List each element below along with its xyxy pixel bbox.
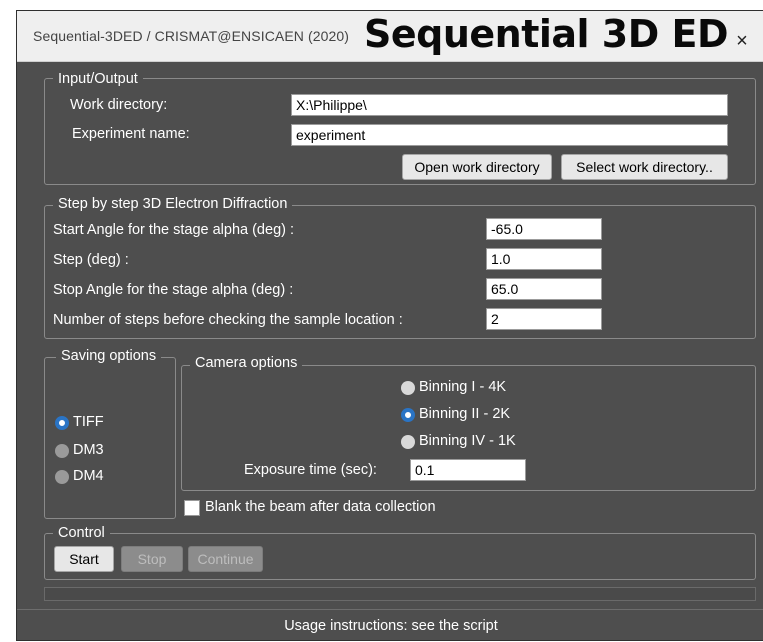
electron-diffraction-legend: Step by step 3D Electron Diffraction xyxy=(53,196,293,212)
app-window: Sequential-3DED / CRISMAT@ENSICAEN (2020… xyxy=(16,10,763,641)
stop-button[interactable]: Stop xyxy=(121,546,183,572)
open-work-directory-button[interactable]: Open work directory xyxy=(402,154,552,180)
app-banner-title: Sequential 3D ED xyxy=(364,12,729,56)
saving-options-legend: Saving options xyxy=(56,348,162,364)
check-steps-field[interactable]: 2 xyxy=(486,308,602,330)
progress-bar xyxy=(44,587,756,601)
radio-binning-1k-label: Binning IV - 1K xyxy=(419,433,516,449)
radio-button-icon xyxy=(401,408,415,422)
step-field[interactable]: 1.0 xyxy=(486,248,602,270)
work-directory-field[interactable]: X:\Philippe\ xyxy=(291,94,728,116)
experiment-name-field[interactable]: experiment xyxy=(291,124,728,146)
select-work-directory-button[interactable]: Select work directory.. xyxy=(561,154,728,180)
radio-button-icon xyxy=(401,381,415,395)
step-label: Step (deg) : xyxy=(53,252,129,268)
radio-button-icon xyxy=(401,435,415,449)
radio-button-icon xyxy=(55,444,69,458)
radio-dm3-label: DM3 xyxy=(73,442,104,458)
blank-beam-checkbox[interactable] xyxy=(184,500,200,516)
usage-instructions-text: Usage instructions: see the script xyxy=(284,618,498,634)
continue-button[interactable]: Continue xyxy=(188,546,263,572)
start-angle-field[interactable]: -65.0 xyxy=(486,218,602,240)
camera-options-legend: Camera options xyxy=(190,355,303,371)
radio-button-icon xyxy=(55,416,69,430)
exposure-time-label: Exposure time (sec): xyxy=(244,462,377,478)
start-button[interactable]: Start xyxy=(54,546,114,572)
status-bar: Usage instructions: see the script xyxy=(17,609,763,642)
saving-options-group xyxy=(44,357,176,519)
check-steps-label: Number of steps before checking the samp… xyxy=(53,312,403,328)
exposure-time-field[interactable]: 0.1 xyxy=(410,459,526,481)
radio-tiff-label: TIFF xyxy=(73,414,104,430)
stop-angle-label: Stop Angle for the stage alpha (deg) : xyxy=(53,282,294,298)
close-icon[interactable]: × xyxy=(734,31,750,51)
radio-binning-2k-label: Binning II - 2K xyxy=(419,406,511,422)
experiment-name-label: Experiment name: xyxy=(72,126,190,142)
radio-button-icon xyxy=(55,470,69,484)
control-legend: Control xyxy=(53,525,110,541)
input-output-legend: Input/Output xyxy=(53,71,143,87)
window-title: Sequential-3DED / CRISMAT@ENSICAEN (2020… xyxy=(33,28,350,44)
radio-dm4-label: DM4 xyxy=(73,468,104,484)
blank-beam-label: Blank the beam after data collection xyxy=(205,499,436,515)
work-directory-label: Work directory: xyxy=(70,97,168,113)
start-angle-label: Start Angle for the stage alpha (deg) : xyxy=(53,222,295,238)
radio-binning-4k-label: Binning I - 4K xyxy=(419,379,507,395)
stop-angle-field[interactable]: 65.0 xyxy=(486,278,602,300)
title-bar: Sequential-3DED / CRISMAT@ENSICAEN (2020… xyxy=(17,11,763,62)
